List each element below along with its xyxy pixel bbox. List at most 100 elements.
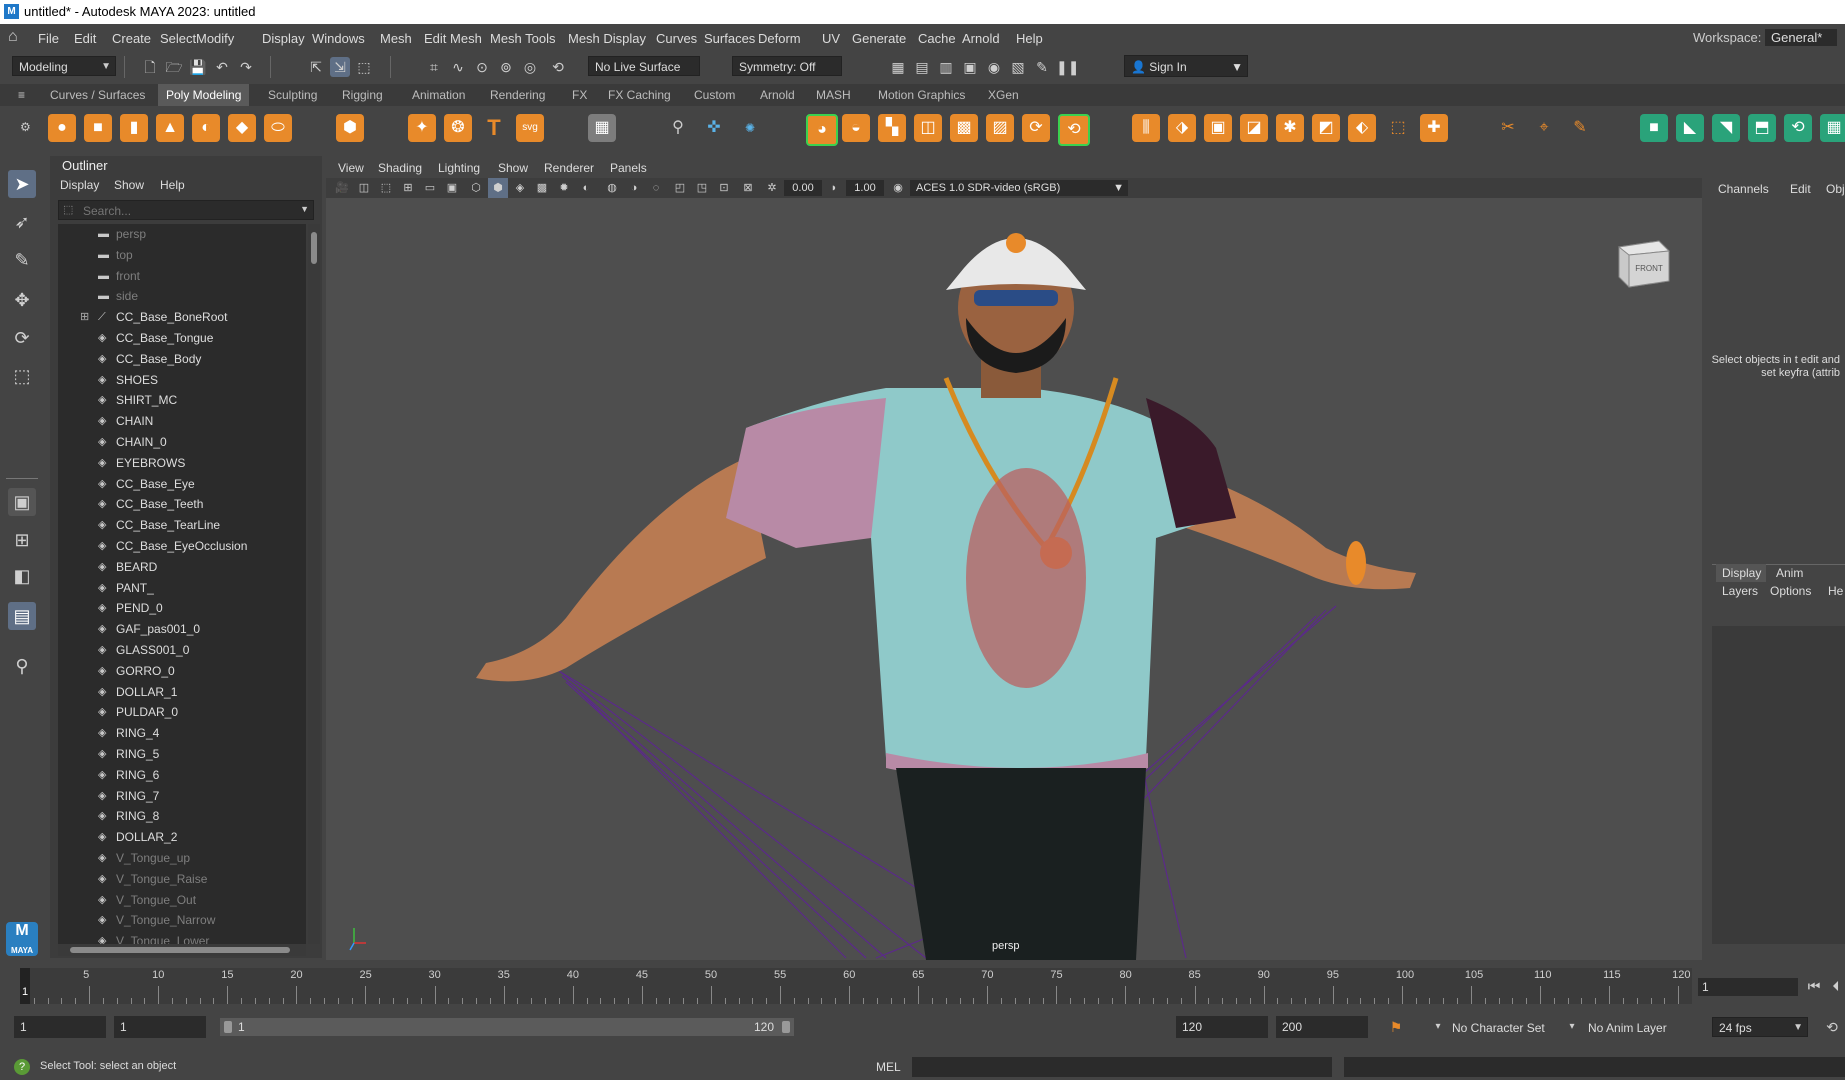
mel-label[interactable]: MEL (876, 1060, 901, 1074)
outliner-item[interactable]: ◈ CC_Base_TearLine (58, 515, 306, 535)
target-weld-icon[interactable]: ⌖ (1530, 114, 1558, 142)
scroll-thumb[interactable] (70, 947, 290, 953)
outliner-item[interactable]: ◈ GAF_pas001_0 (58, 619, 306, 639)
bevel-icon[interactable]: ◪ (1240, 114, 1268, 142)
camera-attr-icon[interactable]: ◫ (354, 178, 374, 198)
quad-draw-icon[interactable]: ✎ (1566, 114, 1594, 142)
separate-icon[interactable]: ◒ (842, 114, 870, 142)
resolution-gate-icon[interactable]: ▣ (442, 178, 462, 198)
outliner-item[interactable]: ▬ top (58, 245, 306, 265)
redo-icon[interactable]: ↷ (236, 57, 256, 77)
combine-icon[interactable]: ◕ (806, 114, 838, 146)
mesh-grid-icon[interactable]: ▦ (588, 114, 616, 142)
loop-icon[interactable]: ⟲ (1822, 1017, 1842, 1037)
measure-icon[interactable]: ⚲ (664, 114, 692, 142)
tab-mash[interactable]: MASH (808, 84, 859, 106)
outliner-item[interactable]: ⊞ ⟋ CC_Base_BoneRoot (58, 307, 306, 327)
menu-display[interactable]: Display (262, 31, 305, 46)
lasso-tool-icon[interactable]: ➶ (8, 208, 36, 236)
menu-mesh-display[interactable]: Mesh Display (568, 31, 646, 46)
sweep-mesh-icon[interactable]: ❂ (444, 114, 472, 142)
tab-edit[interactable]: Edit (1790, 182, 1811, 196)
menu-set-dropdown[interactable]: Modeling ▼ (12, 56, 116, 76)
viewport-menu-show[interactable]: Show (498, 161, 528, 175)
outliner-item[interactable]: ◈ BEARD (58, 557, 306, 577)
outliner-vertical-scrollbar[interactable] (308, 224, 320, 944)
outliner-item[interactable]: ◈ RING_4 (58, 723, 306, 743)
menu-edit[interactable]: Edit (74, 31, 96, 46)
outliner-item[interactable]: ◈ CHAIN (58, 411, 306, 431)
outliner-item[interactable]: ◈ GLASS001_0 (58, 640, 306, 660)
cylindrical-map-icon[interactable]: ⬒ (1748, 114, 1776, 142)
snap-live-icon[interactable]: ⟲ (548, 57, 568, 77)
fill-hole-icon[interactable]: ⬗ (1168, 114, 1196, 142)
viewport-menu-view[interactable]: View (338, 161, 364, 175)
motion-blur-icon[interactable]: ◑ (624, 178, 644, 198)
poly-cone-icon[interactable]: ▲ (156, 114, 184, 142)
outliner-item[interactable]: ◈ DOLLAR_2 (58, 827, 306, 847)
circularize-icon[interactable]: ⬖ (1348, 114, 1376, 142)
tab-anim[interactable]: Anim (1776, 566, 1803, 580)
four-view-icon[interactable]: ⊞ (8, 526, 36, 554)
snap-curve-icon[interactable]: ∿ (448, 57, 468, 77)
poke-icon[interactable]: ✱ (1276, 114, 1304, 142)
outliner-item[interactable]: ◈ RING_8 (58, 806, 306, 826)
tab-arnold[interactable]: Arnold (752, 84, 803, 106)
auto-key-icon[interactable]: ⚑ (1386, 1017, 1406, 1037)
save-scene-icon[interactable]: 💾 (188, 57, 208, 77)
uv-editor-icon[interactable]: ■ (1640, 114, 1668, 142)
outliner-horizontal-scrollbar[interactable] (58, 944, 306, 956)
playback-end-field[interactable]: 120 (1176, 1016, 1268, 1038)
snap-view-icon[interactable]: ⊚ (496, 57, 516, 77)
center-pivot-icon[interactable]: ✜ (700, 114, 728, 142)
menu-mesh-tools[interactable]: Mesh Tools (490, 31, 556, 46)
origin-icon[interactable]: ✺ (736, 114, 764, 142)
gamma-field[interactable]: 1.00 (846, 180, 884, 196)
remesh-icon[interactable]: ⟳ (1022, 114, 1050, 142)
wireframe-icon[interactable]: ⬡ (466, 178, 486, 198)
outliner-item[interactable]: ◈ V_Tongue_Lower (58, 931, 306, 944)
tab-rendering[interactable]: Rendering (482, 84, 553, 106)
outliner-item[interactable]: ◈ V_Tongue_Raise (58, 869, 306, 889)
tab-animation[interactable]: Animation (404, 84, 473, 106)
menu-generate[interactable]: Generate (852, 31, 906, 46)
select-objects-icon[interactable]: ⇲ (330, 57, 350, 77)
mirror-icon[interactable]: ◫ (914, 114, 942, 142)
shadows-icon[interactable]: ◐ (576, 178, 596, 198)
tab-fx-caching[interactable]: FX Caching (600, 84, 679, 106)
animation-end-field[interactable]: 200 (1276, 1016, 1368, 1038)
shelf-menu-icon[interactable]: ≡ (18, 88, 32, 102)
film-gate-icon[interactable]: ▭ (420, 178, 440, 198)
outliner-item[interactable]: ◈ V_Tongue_Out (58, 890, 306, 910)
menu-create[interactable]: Create (112, 31, 151, 46)
chevron-down-icon[interactable]: ▾ (1428, 1017, 1448, 1037)
single-perspective-icon[interactable]: ▣ (8, 488, 36, 516)
render-settings-icon[interactable]: ▣ (960, 57, 980, 77)
rotate-tool-icon[interactable]: ⟳ (8, 324, 36, 352)
menu-help[interactable]: Help (1016, 31, 1043, 46)
smooth-icon[interactable]: ▩ (950, 114, 978, 142)
expand-icon[interactable]: ⊞ (80, 307, 89, 327)
reduce-icon[interactable]: ▨ (986, 114, 1014, 142)
select-tool-icon[interactable]: ➤ (8, 170, 36, 198)
extract-icon[interactable]: ▚ (878, 114, 906, 142)
ambient-occlusion-icon[interactable]: ◍ (602, 178, 622, 198)
tab-sculpting[interactable]: Sculpting (260, 84, 325, 106)
scroll-thumb[interactable] (311, 232, 317, 264)
playback-start-field[interactable]: 1 (114, 1016, 206, 1038)
workspace-selector[interactable]: Workspace: General* (1693, 29, 1837, 46)
outliner-item[interactable]: ◈ CC_Base_Tongue (58, 328, 306, 348)
planar-map-icon[interactable]: ◣ (1676, 114, 1704, 142)
wire-on-shaded-icon[interactable]: ◈ (510, 178, 530, 198)
poly-cylinder-icon[interactable]: ▮ (120, 114, 148, 142)
search-input[interactable] (81, 202, 285, 220)
chevron-down-icon[interactable]: ▼ (300, 204, 309, 214)
viewport-menu-renderer[interactable]: Renderer (544, 161, 594, 175)
menu-cache[interactable]: Cache (918, 31, 956, 46)
viewport-menu-shading[interactable]: Shading (378, 161, 422, 175)
outliner-item[interactable]: ◈ CHAIN_0 (58, 432, 306, 452)
anim-layer-dropdown[interactable]: No Anim Layer (1588, 1021, 1667, 1035)
chevron-down-icon[interactable]: ▾ (1562, 1017, 1582, 1037)
tab-motion-graphics[interactable]: Motion Graphics (870, 84, 973, 106)
playback-range-bar[interactable]: 1 120 (220, 1018, 794, 1036)
